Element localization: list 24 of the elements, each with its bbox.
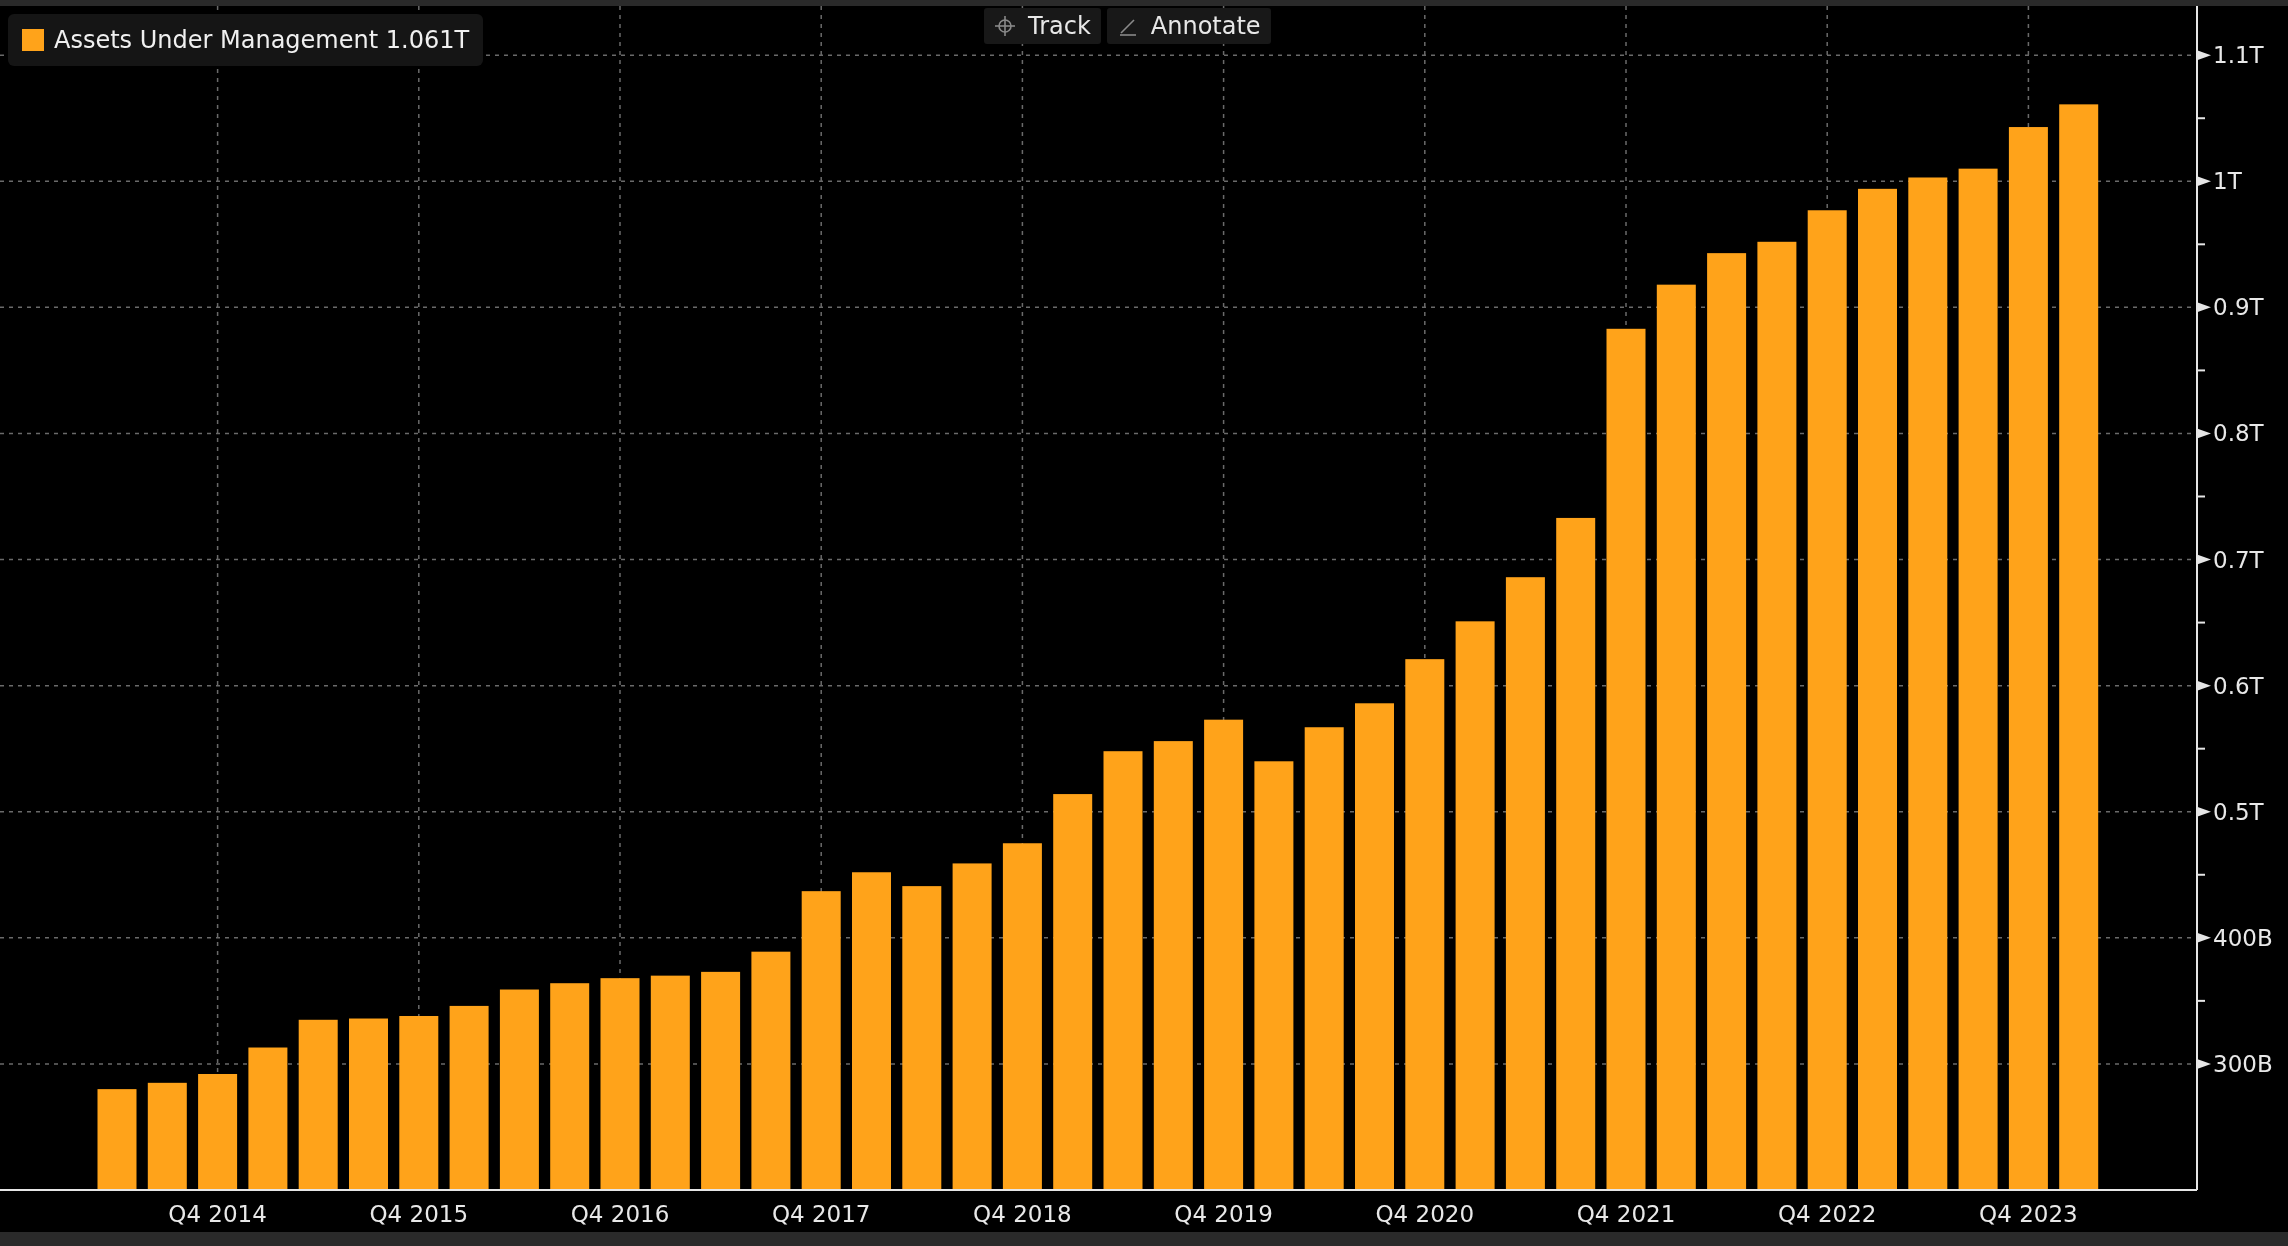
crosshair-icon	[994, 15, 1016, 37]
y-tick-label: 0.6T	[2213, 672, 2264, 699]
x-tick-label: Q4 2018	[973, 1201, 1072, 1227]
x-tick-label: Q4 2014	[168, 1201, 267, 1227]
y-tick-label: 0.7T	[2213, 546, 2264, 573]
y-tick-label: 1T	[2213, 168, 2242, 195]
legend-label: Assets Under Management 1.061T	[54, 26, 470, 54]
x-tick-label: Q4 2022	[1777, 1201, 1877, 1227]
x-tick-label: Q4 2015	[369, 1201, 469, 1227]
y-tick-label: 400B	[2213, 924, 2273, 951]
x-tick-label: Q4 2017	[771, 1201, 871, 1227]
y-tick-label: 0.8T	[2213, 420, 2264, 447]
x-tick-label: Q4 2019	[1174, 1201, 1273, 1227]
toolbar-button[interactable]: Track	[984, 8, 1101, 44]
y-tick-label: 1.1T	[2213, 42, 2264, 69]
x-tick-label: Q4 2021	[1576, 1201, 1676, 1227]
legend-swatch	[22, 29, 44, 51]
x-tick-label: Q4 2023	[1979, 1201, 2078, 1227]
x-tick-label: Q4 2016	[570, 1201, 670, 1227]
y-tick-label: 300B	[2213, 1050, 2273, 1077]
x-tick-label: Q4 2020	[1375, 1201, 1475, 1227]
y-tick-label: 0.5T	[2213, 798, 2264, 825]
y-tick-label: 0.9T	[2213, 294, 2264, 321]
toolbar-button[interactable]: Annotate	[1106, 8, 1271, 44]
